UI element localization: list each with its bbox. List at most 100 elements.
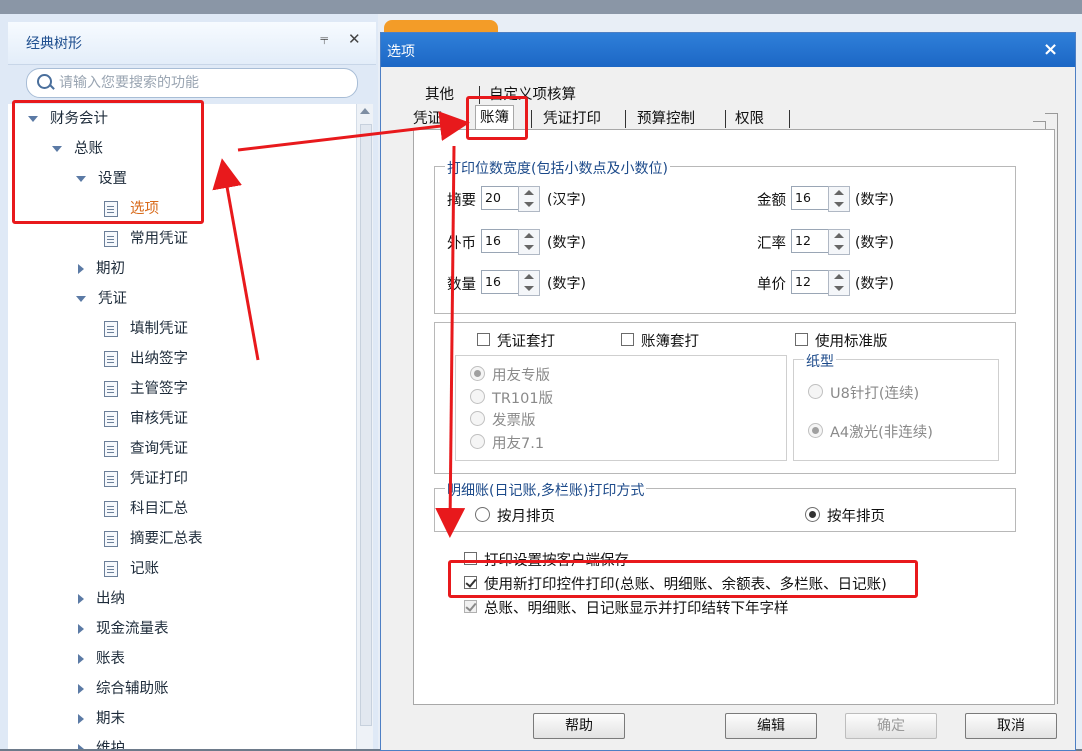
tree-item-reports[interactable]: 账表 — [78, 644, 125, 674]
amount-unit: (数字) — [855, 192, 894, 208]
spin-up-icon[interactable] — [524, 233, 534, 238]
spin-up-icon[interactable] — [834, 190, 844, 195]
foreign-currency-width-stepper[interactable]: 16 — [481, 229, 540, 255]
spin-down-icon[interactable] — [524, 286, 534, 291]
edition-yonyou71-radio[interactable] — [470, 434, 485, 449]
edition-yonyou71-label: 用友7.1 — [492, 436, 545, 452]
document-icon — [104, 501, 118, 517]
close-icon[interactable]: ✕ — [348, 30, 361, 48]
spin-down-icon[interactable] — [524, 202, 534, 207]
tree-item-cashier-sign[interactable]: 出纳签字 — [104, 344, 188, 374]
edition-yonyou-label: 用友专版 — [492, 368, 550, 384]
by-year-radio[interactable] — [805, 507, 820, 522]
book-template-print-checkbox[interactable] — [621, 333, 634, 346]
ledger-tab-page: 打印位数宽度(包括小数点及小数位) 摘要 20 (汉字) 外币 16 (数字) … — [413, 129, 1055, 705]
quantity-width-field[interactable]: 16 — [481, 270, 520, 294]
tab-other[interactable]: 其他 — [421, 83, 458, 107]
caret-right-icon[interactable] — [78, 684, 84, 694]
tab-voucher-print[interactable]: 凭证打印 — [539, 107, 605, 131]
tree-item-supervisor-sign[interactable]: 主管签字 — [104, 374, 188, 404]
scroll-up-icon[interactable] — [360, 108, 370, 114]
spin-up-icon[interactable] — [834, 274, 844, 279]
unit-price-unit: (数字) — [855, 276, 894, 292]
spin-down-icon[interactable] — [834, 286, 844, 291]
digest-label: 摘要 — [447, 193, 476, 209]
caret-right-icon[interactable] — [78, 744, 84, 749]
tree-item-posting[interactable]: 记账 — [104, 554, 159, 584]
tree-item-account-summary[interactable]: 科目汇总 — [104, 494, 188, 524]
spin-down-icon[interactable] — [834, 202, 844, 207]
tree-item-opening[interactable]: 期初 — [78, 254, 125, 284]
caret-down-icon[interactable] — [76, 296, 86, 302]
tree-item-maintenance[interactable]: 维护 — [78, 734, 125, 749]
caret-right-icon[interactable] — [78, 624, 84, 634]
print-format-group: 凭证套打 账簿套打 使用标准版 用友专版 TR101版 发票版 用友7.1 纸型… — [434, 322, 1016, 474]
paper-a4-radio[interactable] — [808, 423, 823, 438]
voucher-template-print-checkbox[interactable] — [477, 333, 490, 346]
cancel-button[interactable]: 取消 — [965, 713, 1057, 739]
caret-right-icon[interactable] — [78, 714, 84, 724]
exchange-rate-width-field[interactable]: 12 — [791, 229, 830, 253]
edition-invoice-radio[interactable] — [470, 411, 485, 426]
tab-separator — [725, 110, 726, 128]
carry-forward-checkbox[interactable] — [464, 600, 477, 613]
voucher-template-print-label: 凭证套打 — [497, 334, 555, 350]
search-box[interactable] — [26, 68, 358, 98]
foreign-currency-width-field[interactable]: 16 — [481, 229, 520, 253]
tree-item-common-voucher[interactable]: 常用凭证 — [104, 224, 188, 254]
tree-item-period-end[interactable]: 期末 — [78, 704, 125, 734]
by-year-label: 按年排页 — [827, 509, 885, 525]
amount-width-stepper[interactable]: 16 — [791, 186, 850, 212]
highlight-tree-options — [12, 100, 204, 224]
caret-right-icon[interactable] — [78, 264, 84, 274]
tree-item-voucher[interactable]: 凭证 — [76, 284, 127, 314]
scroll-thumb[interactable] — [360, 124, 372, 726]
paper-legend: 纸型 — [804, 351, 836, 371]
amount-width-field[interactable]: 16 — [791, 186, 830, 210]
tab-permission[interactable]: 权限 — [731, 107, 768, 131]
unit-price-width-field[interactable]: 12 — [791, 270, 830, 294]
tree-item-voucher-print[interactable]: 凭证打印 — [104, 464, 188, 494]
close-icon[interactable]: × — [1043, 39, 1058, 60]
tree-item-cashier[interactable]: 出纳 — [78, 584, 125, 614]
carry-forward-label: 总账、明细账、日记账显示并打印结转下年字样 — [484, 601, 789, 617]
tab-separator — [625, 110, 626, 128]
tree-item-fill-voucher[interactable]: 填制凭证 — [104, 314, 188, 344]
spin-down-icon[interactable] — [834, 245, 844, 250]
ok-button[interactable]: 确定 — [845, 713, 937, 739]
tree-item-aux-ledger[interactable]: 综合辅助账 — [78, 674, 169, 704]
tree-item-audit-voucher[interactable]: 审核凭证 — [104, 404, 188, 434]
quantity-width-stepper[interactable]: 16 — [481, 270, 540, 296]
use-standard-checkbox[interactable] — [795, 333, 808, 346]
spin-up-icon[interactable] — [524, 190, 534, 195]
caret-right-icon[interactable] — [78, 594, 84, 604]
tree-item-query-voucher[interactable]: 查询凭证 — [104, 434, 188, 464]
search-input[interactable] — [59, 69, 349, 97]
tree-item-digest-summary[interactable]: 摘要汇总表 — [104, 524, 203, 554]
spin-up-icon[interactable] — [834, 233, 844, 238]
spin-down-icon[interactable] — [524, 245, 534, 250]
edit-button[interactable]: 编辑 — [725, 713, 817, 739]
quantity-label: 数量 — [447, 277, 476, 293]
exchange-rate-label: 汇率 — [757, 236, 786, 252]
edition-yonyou-radio[interactable] — [470, 366, 485, 381]
paper-u8-radio[interactable] — [808, 384, 823, 399]
print-width-legend: 打印位数宽度(包括小数点及小数位) — [445, 158, 670, 178]
spin-up-icon[interactable] — [524, 274, 534, 279]
by-month-radio[interactable] — [475, 507, 490, 522]
document-icon — [104, 531, 118, 547]
digest-unit: (汉字) — [547, 192, 586, 208]
tab-voucher[interactable]: 凭证 — [409, 107, 446, 131]
panel-title: 经典树形 — [26, 36, 82, 52]
pin-icon[interactable]: ⫧ — [320, 30, 328, 48]
unit-price-width-stepper[interactable]: 12 — [791, 270, 850, 296]
tab-budget-control[interactable]: 预算控制 — [633, 107, 699, 131]
tree-item-cash-flow[interactable]: 现金流量表 — [78, 614, 169, 644]
help-button[interactable]: 帮助 — [533, 713, 625, 739]
exchange-rate-width-stepper[interactable]: 12 — [791, 229, 850, 255]
edition-tr101-radio[interactable] — [470, 389, 485, 404]
tree-scrollbar[interactable] — [356, 104, 373, 749]
digest-width-field[interactable]: 20 — [481, 186, 520, 210]
caret-right-icon[interactable] — [78, 654, 84, 664]
digest-width-stepper[interactable]: 20 — [481, 186, 540, 212]
